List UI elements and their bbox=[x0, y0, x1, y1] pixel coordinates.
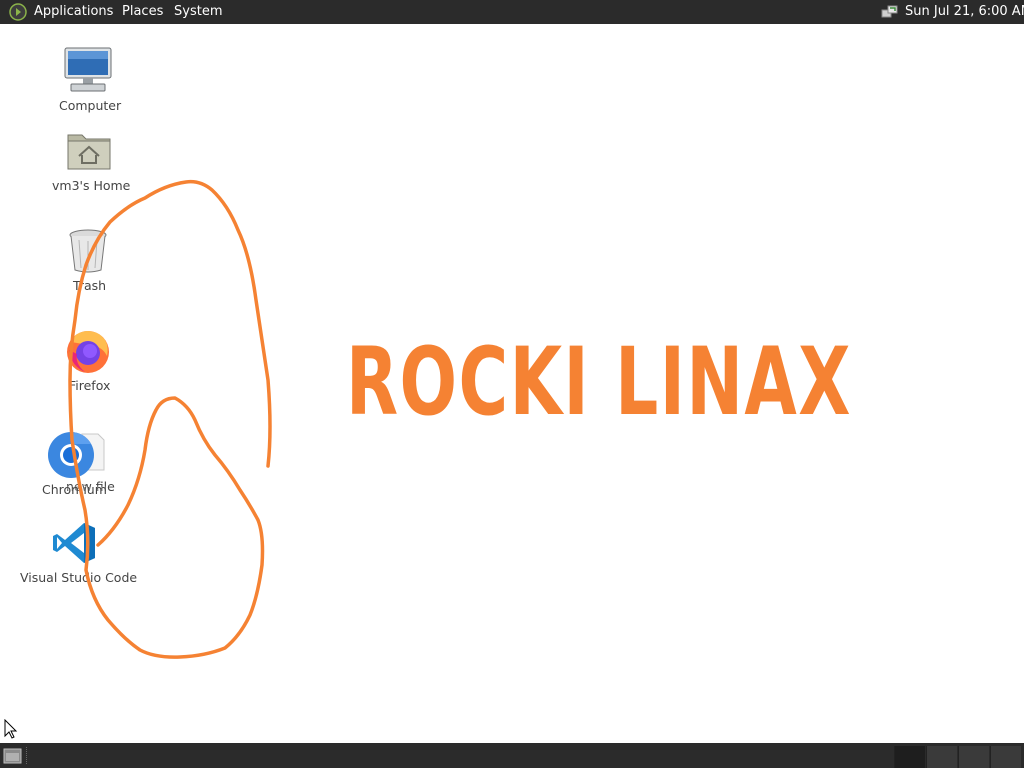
desktop-icon-label: Chromium bbox=[42, 482, 107, 497]
home-folder-icon bbox=[67, 134, 111, 170]
panel-separator bbox=[26, 747, 30, 764]
applications-logo-icon[interactable] bbox=[9, 3, 27, 21]
system-menu[interactable]: System bbox=[174, 0, 222, 24]
desktop-icon-label: Visual Studio Code bbox=[20, 570, 138, 585]
workspace-4-button[interactable] bbox=[990, 746, 1021, 768]
vscode-icon bbox=[53, 523, 95, 563]
desktop-icon-label: vm3's Home bbox=[52, 178, 131, 193]
clock[interactable]: Sun Jul 21, 6:00 AM bbox=[905, 0, 1024, 24]
desktop-icon-label: Firefox bbox=[69, 378, 111, 393]
show-desktop-icon[interactable] bbox=[3, 747, 22, 764]
firefox-icon bbox=[67, 331, 109, 373]
desktop-icon-label: Computer bbox=[59, 98, 122, 113]
network-icon[interactable] bbox=[881, 4, 898, 20]
workspace-3-button[interactable] bbox=[958, 746, 989, 768]
chromium-icon bbox=[48, 432, 94, 478]
workspace-2-button[interactable] bbox=[926, 746, 957, 768]
trash-icon bbox=[69, 229, 107, 273]
computer-icon bbox=[64, 47, 112, 92]
wallpaper-title: ROCKI LINAX bbox=[346, 328, 852, 437]
mouse-cursor-icon bbox=[4, 719, 18, 739]
workspace-1-button[interactable] bbox=[894, 746, 925, 768]
places-menu[interactable]: Places bbox=[122, 0, 163, 24]
top-panel: Applications Places System Sun Jul 21, 6… bbox=[0, 0, 1024, 24]
applications-menu[interactable]: Applications bbox=[34, 0, 113, 24]
bottom-panel bbox=[0, 743, 1024, 768]
desktop-icon-label: Trash bbox=[73, 278, 107, 293]
